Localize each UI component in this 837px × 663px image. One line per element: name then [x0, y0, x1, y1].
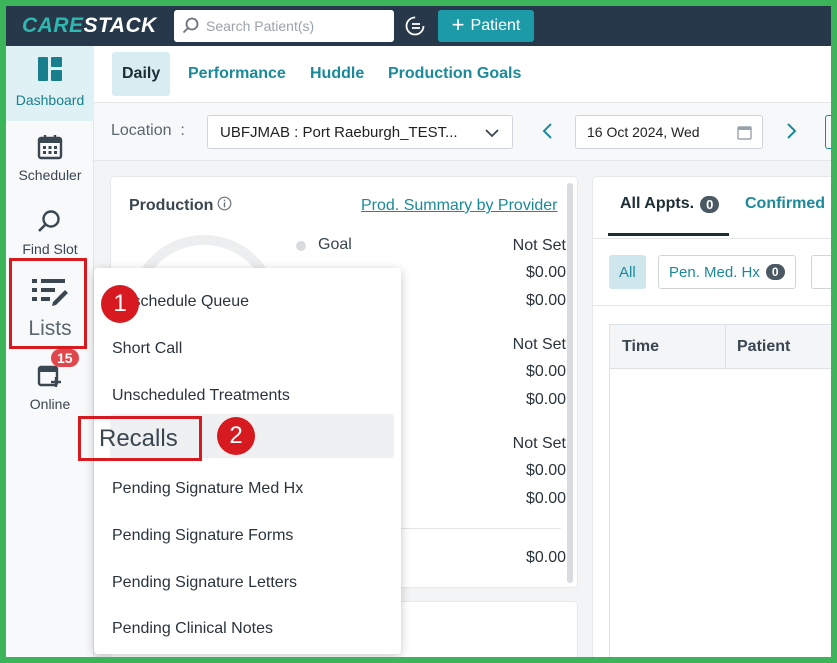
lists-dropdown-menu: Reschedule Queue Short Call Unscheduled …: [94, 268, 401, 654]
today-button[interactable]: [825, 115, 831, 149]
tab-all-label: All Appts.: [620, 195, 695, 212]
goal-label: Goal: [318, 236, 352, 253]
location-value: UBFJMAB : Port Raeburgh_TEST...: [220, 123, 458, 141]
location-label: Location :: [111, 122, 185, 139]
goal-legend-dot: [296, 241, 306, 251]
menu-item-pending-clinical-notes[interactable]: Pending Clinical Notes: [112, 620, 273, 638]
appointments-table-body: [609, 369, 831, 657]
location-select[interactable]: UBFJMAB : Port Raeburgh_TEST...: [207, 115, 513, 149]
nav-find-slot[interactable]: Find Slot: [6, 209, 94, 257]
chip-pending-label: Pen. Med. Hx: [669, 263, 760, 281]
production-title: Production: [129, 197, 214, 214]
nav-online[interactable]: Online: [6, 362, 94, 412]
info-icon[interactable]: [217, 196, 232, 211]
tab-confirmed-label: Confirmed: [745, 195, 825, 212]
search-icon: [182, 17, 199, 34]
left-nav: Dashboard Scheduler Find Slot Lists Onli…: [6, 46, 94, 657]
production-value: $0.00: [525, 363, 566, 380]
production-total: $0.00: [525, 549, 566, 566]
calendar-small-icon: [737, 126, 752, 140]
nav-dashboard-label: Dashboard: [15, 92, 85, 108]
nav-scheduler-label: Scheduler: [18, 167, 82, 183]
nav-scheduler[interactable]: Scheduler: [6, 134, 94, 183]
appointments-card: All Appts. 0 Confirmed All Pen. Med. Hx …: [593, 177, 831, 657]
column-patient[interactable]: Patient: [726, 338, 790, 356]
calendar-icon: [37, 135, 63, 160]
menu-item-pending-signature-letters[interactable]: Pending Signature Letters: [112, 574, 297, 592]
filter-chip-more[interactable]: [811, 255, 831, 289]
column-time[interactable]: Time: [610, 325, 726, 368]
tab-daily[interactable]: Daily: [112, 52, 171, 96]
all-appointments-count: 0: [700, 195, 720, 213]
recalls-highlight-label[interactable]: Recalls: [78, 416, 202, 461]
logo-suffix: STACK: [83, 14, 157, 37]
production-value: $0.00: [525, 264, 566, 281]
production-value: Not Set: [512, 237, 566, 254]
production-value: Not Set: [512, 435, 566, 452]
app-frame: CARESTACK + Patient Dashboard Scheduler …: [6, 6, 831, 657]
filter-chip-pending-med-hx[interactable]: Pen. Med. Hx 0: [658, 255, 796, 289]
search-input[interactable]: [206, 18, 386, 34]
production-value: $0.00: [525, 292, 566, 309]
nav-find-slot-label: Find Slot: [22, 241, 78, 257]
logo-prefix: CARE: [22, 14, 84, 37]
filter-chip-all[interactable]: All: [609, 255, 646, 289]
step-marker-1: 1: [101, 285, 139, 323]
menu-item-short-call[interactable]: Short Call: [112, 340, 182, 358]
chevron-left-icon[interactable]: [541, 122, 553, 140]
menu-item-pending-signature-forms[interactable]: Pending Signature Forms: [112, 527, 293, 545]
quick-actions-icon[interactable]: [404, 15, 426, 37]
patient-search-box[interactable]: [174, 10, 394, 42]
tab-huddle[interactable]: Huddle: [300, 52, 374, 96]
tab-production-goals[interactable]: Production Goals: [378, 52, 531, 96]
chip-divider: [593, 305, 831, 306]
date-picker[interactable]: 16 Oct 2024, Wed: [575, 115, 763, 149]
add-patient-button[interactable]: + Patient: [438, 10, 534, 42]
pending-med-hx-count: 0: [765, 264, 785, 280]
production-value: $0.00: [525, 391, 566, 408]
online-count-badge: 15: [51, 349, 79, 367]
card-scrollbar[interactable]: [567, 183, 573, 583]
menu-item-pending-signature-med-hx[interactable]: Pending Signature Med Hx: [112, 480, 303, 498]
production-value: $0.00: [525, 462, 566, 479]
chevron-down-icon: [485, 129, 499, 138]
magnifier-icon: [38, 210, 60, 232]
prod-summary-link[interactable]: Prod. Summary by Provider: [361, 197, 558, 215]
dashboard-tabs: Daily Performance Huddle Production Goal…: [94, 46, 831, 103]
date-value: 16 Oct 2024, Wed: [587, 124, 700, 140]
tab-all-appointments[interactable]: All Appts. 0: [607, 195, 730, 236]
chevron-right-icon[interactable]: [786, 122, 798, 140]
menu-item-unscheduled-treatments[interactable]: Unscheduled Treatments: [112, 387, 290, 405]
plus-icon: +: [451, 12, 465, 37]
add-patient-label: Patient: [470, 17, 521, 34]
chip-all-label: All: [619, 263, 636, 281]
filter-bar: Location : UBFJMAB : Port Raeburgh_TEST.…: [94, 103, 831, 161]
tab-underline: [593, 238, 831, 239]
top-bar: CARESTACK + Patient: [6, 6, 831, 46]
card-divider: [391, 528, 561, 529]
dashboard-icon: [38, 57, 62, 81]
carestack-logo[interactable]: CARESTACK: [22, 14, 157, 38]
nav-dashboard[interactable]: Dashboard: [6, 46, 94, 121]
lists-highlight-box: [9, 258, 87, 349]
step-marker-2: 2: [217, 417, 255, 455]
appointments-table-header: Time Patient: [609, 324, 831, 369]
tab-confirmed[interactable]: Confirmed: [745, 195, 825, 213]
nav-online-label: Online: [29, 396, 71, 412]
tab-performance[interactable]: Performance: [178, 52, 296, 96]
production-value: $0.00: [525, 490, 566, 507]
production-value: Not Set: [512, 336, 566, 353]
